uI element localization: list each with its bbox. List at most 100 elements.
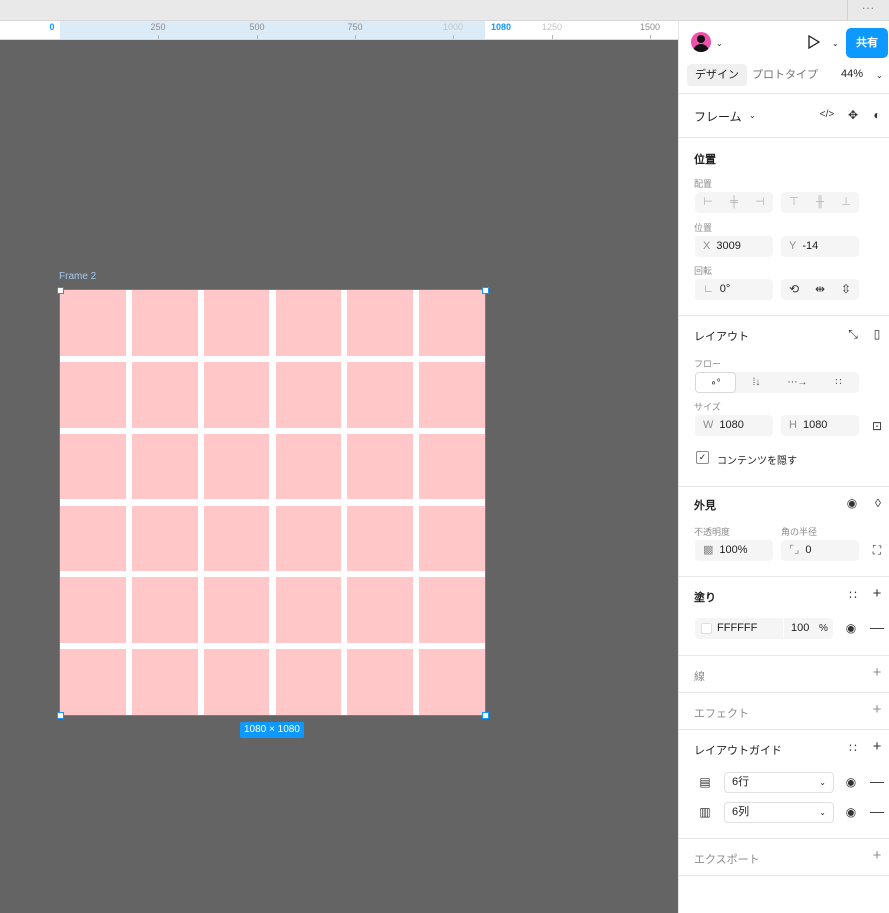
eye-icon[interactable]: ◉	[843, 620, 859, 636]
flow-label: フロー	[694, 359, 722, 369]
remove-guide-icon[interactable]: —	[869, 773, 885, 789]
ruler-selection-range	[60, 21, 485, 39]
align-top-icon[interactable]: ⊤	[781, 192, 807, 213]
remove-guide-icon[interactable]: —	[869, 803, 885, 819]
export-section-title: エクスポート	[694, 854, 760, 866]
flip-vertical-icon[interactable]: ⇳	[838, 281, 854, 297]
height-field[interactable]: H 1080	[781, 415, 859, 436]
stroke-section-title: 線	[694, 671, 705, 683]
layout-grid-cell	[203, 577, 270, 644]
layout-grid-cell	[60, 433, 126, 500]
ruler-tick: 1500	[639, 22, 661, 32]
align-bottom-icon[interactable]: ⊥	[833, 192, 859, 213]
individual-corners-icon[interactable]: ⛶	[869, 542, 885, 558]
zoom-level[interactable]: 44%	[841, 68, 863, 80]
clip-content-checkbox[interactable]: ✓	[696, 451, 709, 464]
align-left-icon[interactable]: ⊢	[695, 192, 721, 213]
columns-guide-select[interactable]: 6列 ⌄	[724, 802, 834, 823]
frame-type-title[interactable]: フレーム	[694, 108, 742, 125]
resize-handle-bottom-right[interactable]	[482, 712, 489, 719]
resize-handle-top-right[interactable]	[482, 287, 489, 294]
add-effect-icon[interactable]: +	[869, 702, 885, 718]
fill-opacity-value[interactable]: 100	[791, 618, 809, 639]
remove-fill-icon[interactable]: —	[869, 619, 885, 635]
user-avatar[interactable]	[691, 32, 711, 52]
rows-guide-select[interactable]: 6行 ⌄	[724, 772, 834, 793]
corner-radius-field[interactable]: ⌜⌟ 0	[781, 540, 859, 561]
layout-grid-cell	[419, 649, 485, 715]
opacity-field[interactable]: ▩ 100%	[695, 540, 773, 561]
layout-grid-cell	[131, 577, 198, 644]
play-icon[interactable]	[808, 35, 820, 49]
flow-horizontal-icon[interactable]: ⋯→	[777, 372, 818, 393]
layout-grid-cell	[347, 577, 414, 644]
width-field[interactable]: W 1080	[695, 415, 773, 436]
ruler-tick: 250	[150, 22, 166, 32]
align-center-h-icon[interactable]: ╪	[721, 192, 747, 213]
align-center-v-icon[interactable]: ╫	[807, 192, 833, 213]
add-fill-icon[interactable]: +	[869, 586, 885, 602]
x-field[interactable]: X 3009	[695, 236, 773, 257]
corner-icon: ⌜⌟	[789, 544, 800, 556]
layout-grid-cell	[203, 361, 270, 428]
layout-grid-cell	[347, 361, 414, 428]
chevron-down-icon[interactable]: ⌄	[832, 39, 839, 48]
fill-percent-label: %	[819, 623, 828, 634]
chevron-down-icon[interactable]: ⌄	[716, 39, 723, 48]
layout-grid-cell	[275, 433, 342, 500]
transform-button-group: ⟲ ⇹ ⇳	[781, 279, 859, 300]
tab-prototype[interactable]: プロトタイプ	[744, 64, 826, 86]
resize-handle-top-left[interactable]	[57, 287, 64, 294]
rotation-field[interactable]: ∟ 0°	[695, 279, 773, 300]
component-icon[interactable]: ✥	[845, 107, 861, 123]
tab-design[interactable]: デザイン	[687, 64, 747, 86]
rotation-label: 回転	[694, 266, 713, 276]
layout-grid-cell	[419, 290, 485, 356]
layout-panel-icon[interactable]: ▯	[869, 326, 885, 342]
layout-grid-cell	[131, 433, 198, 500]
flow-freeform-icon[interactable]: ∘°	[695, 372, 736, 393]
rotate-icon[interactable]: ⟲	[786, 281, 802, 297]
y-field[interactable]: Y -14	[781, 236, 859, 257]
fill-color-swatch[interactable]	[701, 623, 712, 634]
eye-icon[interactable]: ◉	[844, 495, 860, 511]
frame-label[interactable]: Frame 2	[59, 271, 96, 282]
flip-horizontal-icon[interactable]: ⇹	[812, 281, 828, 297]
appearance-section-title: 外見	[694, 500, 716, 512]
flow-grid-icon[interactable]: ∷	[818, 372, 859, 393]
eye-icon[interactable]: ◉	[843, 774, 859, 790]
chevron-down-icon[interactable]: ⌄	[876, 71, 883, 80]
share-button[interactable]: 共有	[846, 28, 888, 58]
blend-drop-icon[interactable]: ◊	[870, 495, 886, 511]
fill-hex-value[interactable]: FFFFFF	[717, 618, 757, 639]
eye-icon[interactable]: ◉	[843, 804, 859, 820]
properties-panel: ⌄ ⌄ 共有 デザイン プロトタイプ 44% ⌄ フレーム ⌄ </> ✥ ◐ …	[678, 21, 889, 913]
layout-grid-cell	[60, 649, 126, 715]
canvas[interactable]: Frame 2 1080 × 1080	[0, 40, 678, 913]
horizontal-align-group: ⊢ ╪ ⊣	[695, 192, 773, 213]
frame-2[interactable]	[59, 289, 486, 716]
more-options-icon[interactable]: ...	[847, 0, 889, 21]
layout-grid-cell	[275, 505, 342, 572]
add-export-icon[interactable]: +	[869, 848, 885, 864]
top-bar: ...	[0, 0, 889, 21]
ruler-tick: 500	[249, 22, 265, 32]
add-stroke-icon[interactable]: +	[869, 665, 885, 681]
styles-icon[interactable]: ∷	[845, 587, 861, 603]
collapse-icon[interactable]: ⤡	[845, 326, 861, 342]
code-icon[interactable]: </>	[819, 107, 835, 123]
add-guide-icon[interactable]: +	[869, 739, 885, 755]
contrast-icon[interactable]: ◐	[869, 107, 885, 123]
opacity-icon: ▩	[703, 544, 714, 556]
fill-section-title: 塗り	[694, 592, 716, 604]
constrain-proportions-icon[interactable]: ⊡	[869, 418, 885, 434]
layout-grid-cell	[131, 361, 198, 428]
chevron-down-icon[interactable]: ⌄	[749, 111, 756, 120]
flow-vertical-icon[interactable]: ⁞↓	[736, 372, 777, 393]
styles-icon[interactable]: ∷	[845, 740, 861, 756]
layout-grid-cell	[347, 433, 414, 500]
fill-row[interactable]: FFFFFF 100 %	[695, 618, 833, 639]
size-label: サイズ	[694, 402, 721, 412]
align-right-icon[interactable]: ⊣	[747, 192, 773, 213]
resize-handle-bottom-left[interactable]	[57, 712, 64, 719]
